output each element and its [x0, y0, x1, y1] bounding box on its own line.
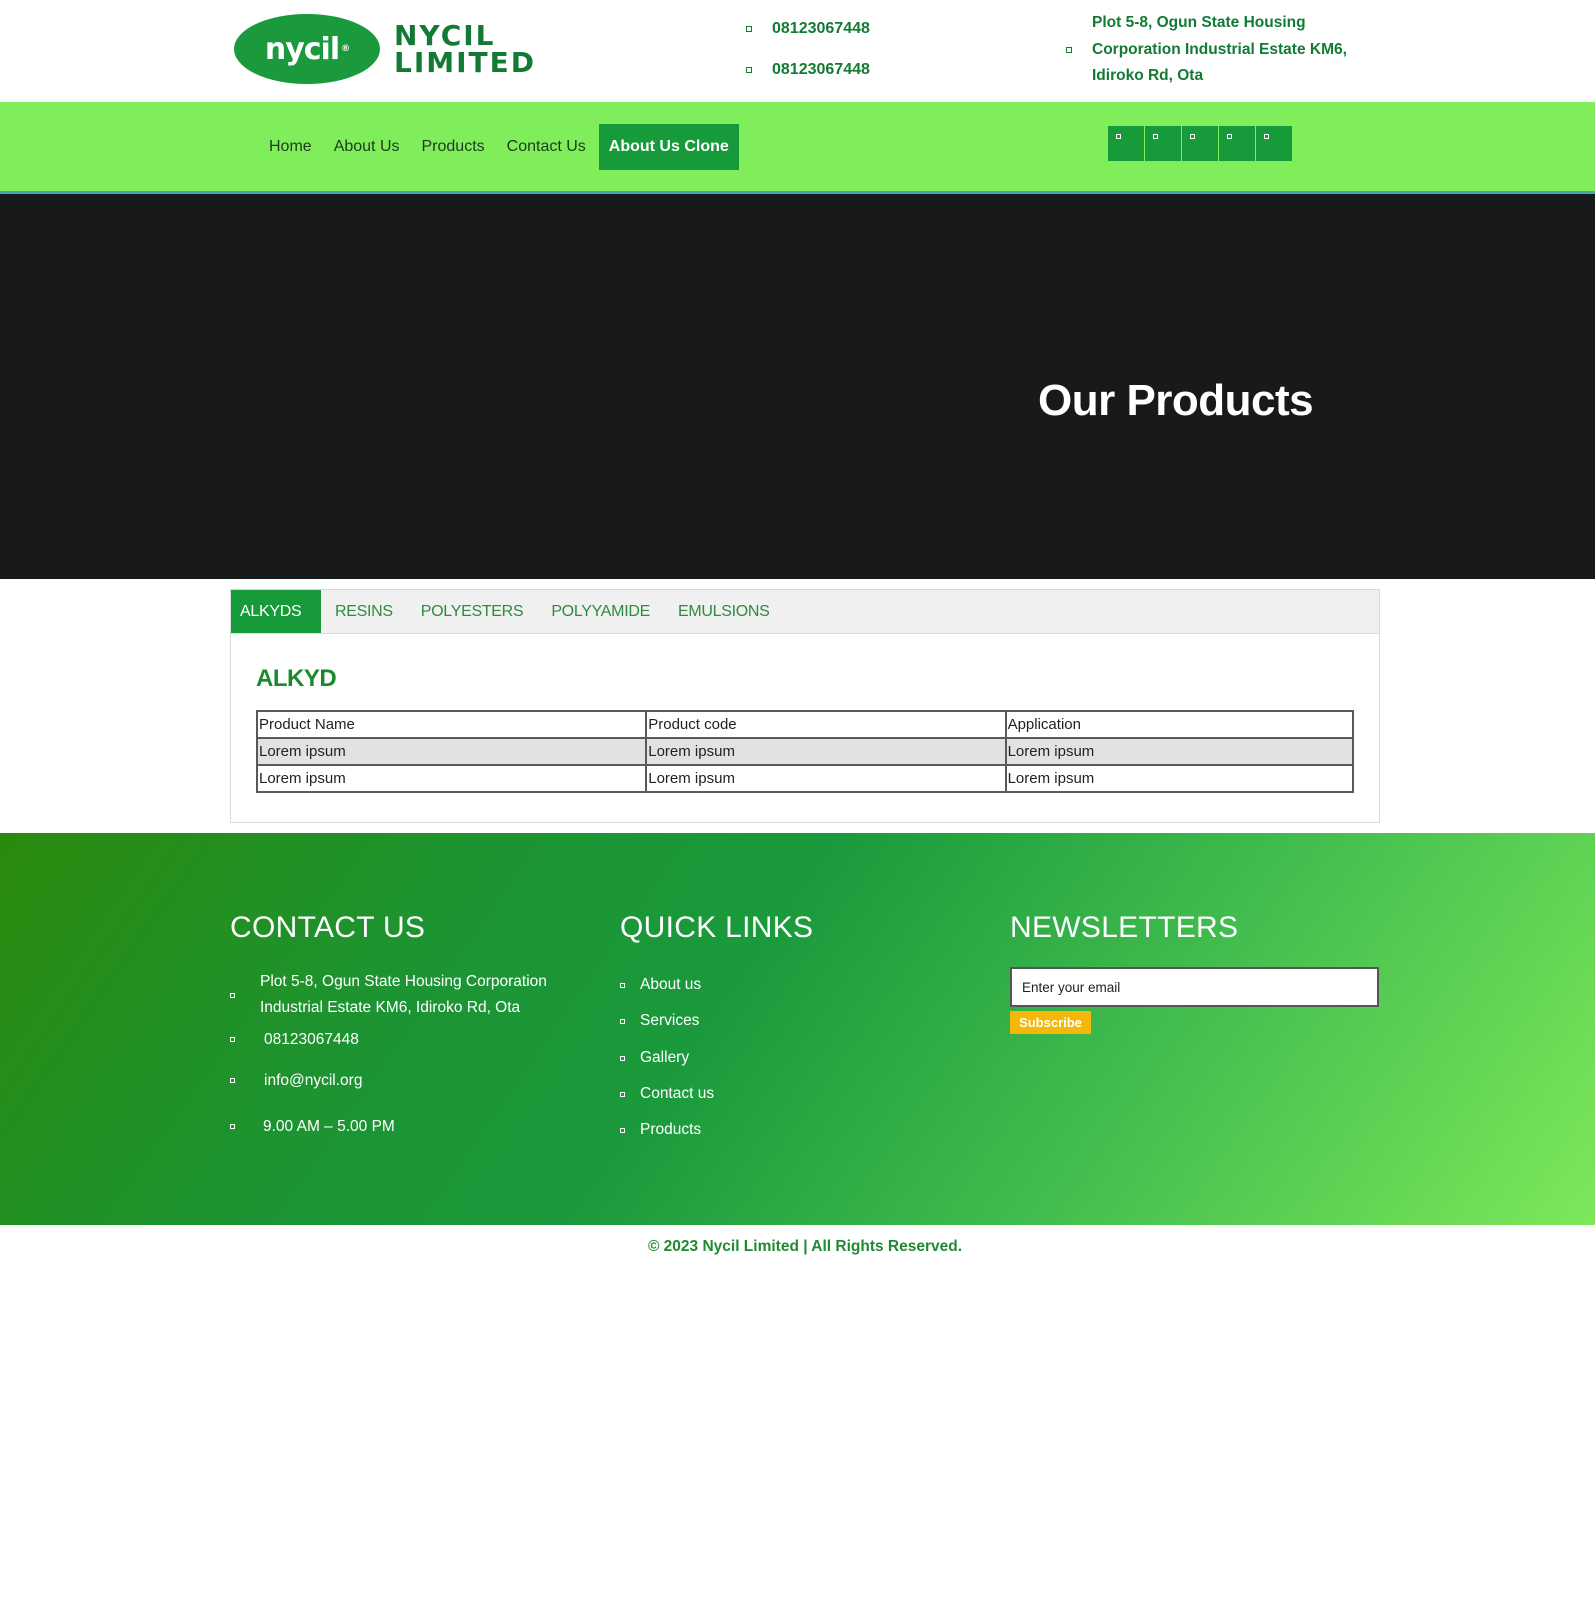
- products-tabs-panel: ALKYDS RESINS POLYESTERS POLYYAMIDE EMUL…: [230, 589, 1380, 823]
- facebook-icon[interactable]: [1108, 126, 1144, 161]
- column-header: Application: [1004, 710, 1355, 739]
- table-row: Lorem ipsum Lorem ipsum Lorem ipsum: [255, 737, 1355, 766]
- mail-icon: [230, 1078, 235, 1083]
- nav-contact-us[interactable]: Contact Us: [496, 124, 597, 170]
- quick-link-products[interactable]: Products: [620, 1121, 701, 1139]
- registered-mark: ®: [341, 44, 350, 54]
- nav-home[interactable]: Home: [258, 124, 323, 170]
- quick-link-label: About us: [640, 976, 702, 993]
- instagram-icon[interactable]: [1182, 126, 1218, 161]
- footer-hours: 9.00 AM – 5.00 PM: [230, 1114, 583, 1140]
- footer-newsletter: NEWSLETTERS Subscribe: [1010, 911, 1379, 1034]
- main-navbar: Home About Us Products Contact Us About …: [0, 102, 1595, 194]
- footer-phone[interactable]: 08123067448: [230, 1027, 584, 1053]
- table-cell: Lorem ipsum: [1004, 764, 1355, 793]
- bullet-icon: [620, 1055, 625, 1061]
- nav-about-us[interactable]: About Us: [323, 124, 411, 170]
- table-cell: Lorem ipsum: [645, 764, 1007, 793]
- bullet-icon: [620, 1018, 625, 1024]
- site-logo[interactable]: nycil ® NYCIL LIMITED: [234, 14, 536, 84]
- tab-alkyds[interactable]: ALKYDS: [231, 590, 321, 633]
- table-header-row: Product Name Product code Application: [255, 710, 1355, 739]
- quick-link-gallery[interactable]: Gallery: [620, 1049, 689, 1067]
- location-icon: [230, 993, 235, 998]
- table-cell: Lorem ipsum: [255, 737, 648, 766]
- table-cell: Lorem ipsum: [255, 764, 648, 793]
- footer-email[interactable]: info@nycil.org: [230, 1068, 584, 1094]
- column-header: Product Name: [255, 710, 648, 739]
- footer-phone-text: 08123067448: [264, 1031, 359, 1048]
- header-phone-2-text: 08123067448: [772, 61, 870, 78]
- logo-mark: nycil ®: [234, 14, 380, 84]
- table-cell: Lorem ipsum: [1004, 737, 1355, 766]
- nav-about-us-clone[interactable]: About Us Clone: [598, 124, 739, 170]
- footer-address-text: Plot 5-8, Ogun State Housing Corporation…: [260, 973, 547, 1016]
- subscribe-button[interactable]: Subscribe: [1010, 1011, 1091, 1034]
- quick-link-label: Gallery: [640, 1049, 690, 1066]
- youtube-icon[interactable]: [1256, 126, 1292, 161]
- footer-contact: CONTACT US Plot 5-8, Ogun State Housing …: [230, 911, 547, 1135]
- phone-icon: [230, 1037, 235, 1042]
- logo-wordmark: NYCIL LIMITED: [394, 19, 537, 79]
- tab-resins[interactable]: RESINS: [321, 590, 407, 633]
- quick-link-label: Services: [640, 1012, 700, 1029]
- phone-icon: [746, 67, 752, 73]
- footer-quick-links: QUICK LINKS About us Services Gallery Co…: [620, 911, 814, 1138]
- phone-icon: [746, 26, 752, 32]
- tab-emulsions[interactable]: EMULSIONS: [664, 590, 784, 633]
- header-phone-1-text: 08123067448: [772, 20, 870, 37]
- footer-newsletter-heading: NEWSLETTERS: [1010, 911, 1239, 944]
- column-header: Product code: [645, 710, 1007, 739]
- quick-link-label: Products: [640, 1121, 702, 1138]
- products-table: Product Name Product code Application Lo…: [255, 710, 1355, 793]
- footer-links-heading: QUICK LINKS: [620, 911, 814, 944]
- location-icon: [1066, 46, 1072, 53]
- nav-menu: Home About Us Products Contact Us About …: [258, 124, 739, 170]
- footer-address: Plot 5-8, Ogun State Housing Corporation…: [230, 969, 580, 1021]
- bullet-icon: [620, 1127, 625, 1133]
- bullet-icon: [620, 982, 625, 988]
- logo-line-2: LIMITED: [394, 46, 537, 79]
- tab-polyesters[interactable]: POLYESTERS: [407, 590, 538, 633]
- header-address-text: Plot 5-8, Ogun State Housing Corporation…: [1092, 14, 1347, 84]
- newsletter-email-input[interactable]: [1010, 967, 1379, 1007]
- header-address: Plot 5-8, Ogun State Housing Corporation…: [1066, 10, 1362, 90]
- bullet-icon: [620, 1091, 625, 1097]
- top-header: nycil ® NYCIL LIMITED 08123067448 0812306…: [0, 0, 1595, 102]
- quick-link-services[interactable]: Services: [620, 1012, 699, 1030]
- footer-contact-heading: CONTACT US: [230, 911, 426, 944]
- social-links: [1108, 126, 1293, 161]
- tab-content: ALKYD Product Name Product code Applicat…: [231, 665, 1379, 793]
- section-title: ALKYD: [256, 665, 337, 692]
- twitter-icon[interactable]: [1145, 126, 1181, 161]
- logo-mark-text: nycil: [264, 31, 340, 67]
- quick-link-label: Contact us: [640, 1085, 715, 1102]
- tab-polyyamide[interactable]: POLYYAMIDE: [537, 590, 664, 633]
- quick-link-about-us[interactable]: About us: [620, 976, 701, 994]
- footer-hours-text: 9.00 AM – 5.00 PM: [263, 1118, 395, 1135]
- tab-bar: ALKYDS RESINS POLYESTERS POLYYAMIDE EMUL…: [231, 590, 1379, 634]
- linkedin-icon[interactable]: [1219, 126, 1255, 161]
- header-phone-1[interactable]: 08123067448: [746, 20, 870, 38]
- quick-link-contact-us[interactable]: Contact us: [620, 1085, 714, 1103]
- footer-email-text: info@nycil.org: [264, 1072, 363, 1089]
- copyright-text: © 2023 Nycil Limited | All Rights Reserv…: [647, 1238, 963, 1255]
- hero-banner: Our Products: [0, 194, 1595, 579]
- clock-icon: [230, 1124, 235, 1129]
- logo-line-1: NYCIL: [394, 19, 496, 52]
- site-footer: CONTACT US Plot 5-8, Ogun State Housing …: [0, 833, 1595, 1225]
- table-row: Lorem ipsum Lorem ipsum Lorem ipsum: [255, 764, 1355, 793]
- header-phone-2[interactable]: 08123067448: [746, 61, 870, 79]
- nav-products[interactable]: Products: [411, 124, 496, 170]
- table-cell: Lorem ipsum: [645, 737, 1007, 766]
- page-title: Our Products: [1038, 376, 1314, 425]
